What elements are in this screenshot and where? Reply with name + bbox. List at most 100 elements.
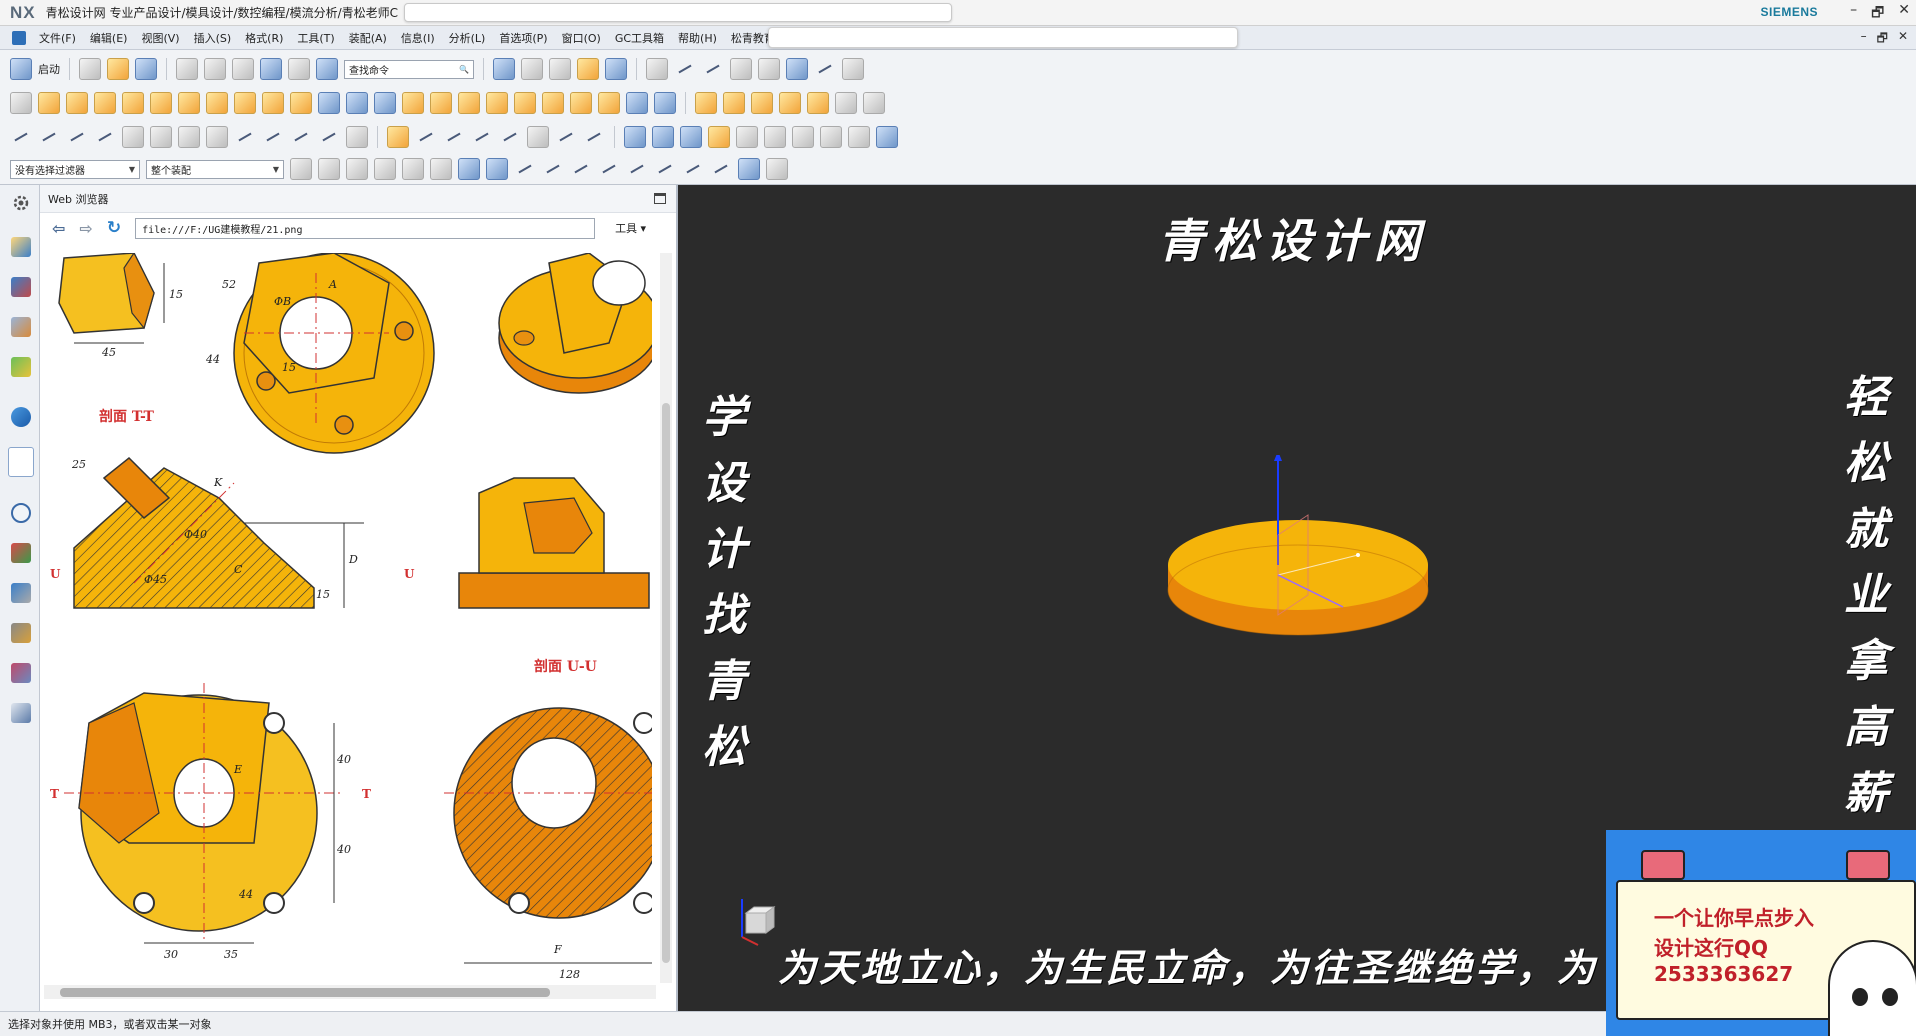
sphere-icon[interactable]	[178, 92, 200, 114]
arc-icon[interactable]	[38, 126, 60, 148]
selection-filter-dropdown[interactable]: 没有选择过滤器 ▼	[10, 159, 140, 179]
app-menu-icon[interactable]	[12, 30, 26, 45]
gear-icon[interactable]	[11, 193, 31, 213]
snap-control-icon[interactable]	[570, 158, 592, 180]
sync-offset-icon[interactable]	[723, 92, 745, 114]
layer-icon[interactable]	[577, 58, 599, 80]
line-icon[interactable]	[10, 126, 32, 148]
cut-icon[interactable]	[176, 58, 198, 80]
copy-icon[interactable]	[204, 58, 226, 80]
refresh-icon[interactable]: ↻	[107, 218, 121, 238]
menu-help[interactable]: 帮助(H)	[671, 30, 724, 46]
menu-tools[interactable]: 工具(T)	[290, 30, 341, 46]
doc-close-button[interactable]: ✕	[1898, 29, 1908, 50]
sew-icon[interactable]	[764, 126, 786, 148]
box-select-icon[interactable]	[430, 158, 452, 180]
analysis-icon[interactable]	[758, 58, 780, 80]
snap-midpoint-icon[interactable]	[542, 158, 564, 180]
start-icon[interactable]	[10, 58, 32, 80]
menu-edit[interactable]: 编辑(E)	[83, 30, 135, 46]
point-icon[interactable]	[94, 126, 116, 148]
draft-icon[interactable]	[486, 92, 508, 114]
curve-length-icon[interactable]	[555, 126, 577, 148]
select-all-icon[interactable]	[290, 158, 312, 180]
ruler-icon[interactable]	[842, 58, 864, 80]
boss-icon[interactable]	[234, 92, 256, 114]
system-scenes-icon[interactable]	[11, 663, 31, 683]
polygon-icon[interactable]	[150, 126, 172, 148]
menu-view[interactable]: 视图(V)	[134, 30, 186, 46]
intersect-icon[interactable]	[374, 92, 396, 114]
cylinder-icon[interactable]	[316, 58, 338, 80]
patch-icon[interactable]	[792, 126, 814, 148]
fit-view-icon[interactable]	[493, 58, 515, 80]
menu-window[interactable]: 窗口(O)	[555, 30, 608, 46]
rectangle-icon[interactable]	[178, 126, 200, 148]
menu-preferences[interactable]: 首选项(P)	[492, 30, 554, 46]
back-arrow-icon[interactable]: ⇦	[52, 219, 65, 238]
select-body-icon[interactable]	[458, 158, 480, 180]
snap-bounded-icon[interactable]	[766, 158, 788, 180]
open-folder-icon[interactable]	[107, 58, 129, 80]
sync-mirror-icon[interactable]	[863, 92, 885, 114]
undo-icon[interactable]	[260, 58, 282, 80]
unite-icon[interactable]	[318, 92, 340, 114]
menu-information[interactable]: 信息(I)	[394, 30, 442, 46]
menu-file[interactable]: 文件(F)	[32, 30, 83, 46]
select-face-icon[interactable]	[374, 158, 396, 180]
view-orient-icon[interactable]	[605, 58, 627, 80]
doc-restore-button[interactable]: 🗗	[1877, 29, 1888, 50]
revolve-icon[interactable]	[66, 92, 88, 114]
snap-intersection-icon[interactable]	[598, 158, 620, 180]
through-curves-icon[interactable]	[624, 126, 646, 148]
cone-icon[interactable]	[150, 92, 172, 114]
minimize-button[interactable]: –	[1850, 2, 1857, 26]
reuse-library-icon[interactable]	[11, 357, 31, 377]
n-sided-surface-icon[interactable]	[708, 126, 730, 148]
snap-point-icon[interactable]	[682, 158, 704, 180]
circle-icon[interactable]	[66, 126, 88, 148]
horizontal-scroll-thumb[interactable]	[60, 988, 550, 997]
swept-icon[interactable]	[652, 126, 674, 148]
helix-icon[interactable]	[346, 126, 368, 148]
sync-resize-icon[interactable]	[807, 92, 829, 114]
properties-list-icon[interactable]	[11, 703, 31, 723]
face-blend-icon[interactable]	[820, 126, 842, 148]
wcs-icon[interactable]	[646, 58, 668, 80]
snap-on-face-icon[interactable]	[738, 158, 760, 180]
select-edge-icon[interactable]	[402, 158, 424, 180]
select-feature-icon[interactable]	[346, 158, 368, 180]
command-finder[interactable]: 查找命令 🔍	[344, 59, 474, 79]
mirror-icon[interactable]	[570, 92, 592, 114]
fillet-curve-icon[interactable]	[499, 126, 521, 148]
hole-icon[interactable]	[206, 92, 228, 114]
menu-assembly[interactable]: 装配(A)	[342, 30, 394, 46]
browser-tools-menu[interactable]: 工具 ▾	[615, 220, 646, 236]
snap-center-icon[interactable]	[626, 158, 648, 180]
start-button[interactable]: 启动	[38, 61, 60, 77]
part-navigator-icon[interactable]	[11, 317, 31, 337]
maximize-panel-icon[interactable]	[654, 193, 666, 204]
studio-surface-icon[interactable]	[736, 126, 758, 148]
extend-curve-icon[interactable]	[415, 126, 437, 148]
ruled-icon[interactable]	[680, 126, 702, 148]
sync-move-icon[interactable]	[695, 92, 717, 114]
web-browser-tab-icon[interactable]	[8, 447, 34, 477]
history-clock-icon[interactable]	[11, 503, 31, 523]
sphere-view-icon[interactable]	[549, 58, 571, 80]
snap-icon[interactable]	[814, 58, 836, 80]
measure-icon[interactable]	[730, 58, 752, 80]
divide-curve-icon[interactable]	[443, 126, 465, 148]
constraint-navigator-icon[interactable]	[11, 277, 31, 297]
sync-delete-icon[interactable]	[779, 92, 801, 114]
datum-axis-icon[interactable]	[674, 58, 696, 80]
offset-face-icon[interactable]	[626, 92, 648, 114]
render-style-icon[interactable]	[521, 58, 543, 80]
sync-replace-icon[interactable]	[751, 92, 773, 114]
process-studio-icon[interactable]	[11, 543, 31, 563]
restore-button[interactable]: 🗗	[1871, 2, 1884, 26]
extrude-icon[interactable]	[38, 92, 60, 114]
snap-endpoint-icon[interactable]	[514, 158, 536, 180]
bounded-plane-icon[interactable]	[848, 126, 870, 148]
edge-blend-icon[interactable]	[402, 92, 424, 114]
